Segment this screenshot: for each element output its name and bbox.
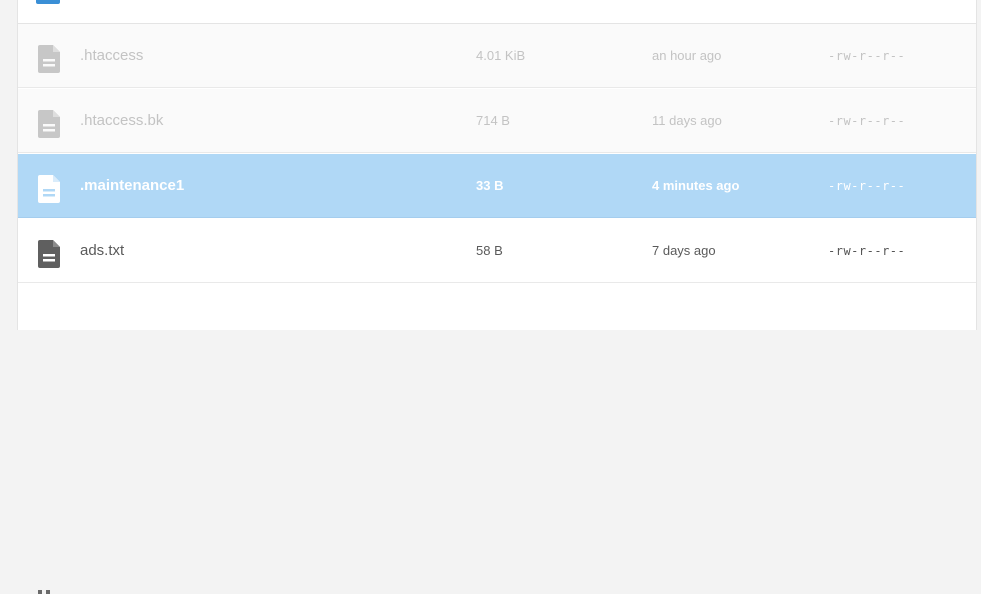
checkbox-icon[interactable] — [36, 0, 60, 4]
file-icon — [38, 175, 60, 203]
file-icon — [38, 45, 60, 73]
file-name[interactable]: .htaccess.bk — [80, 89, 163, 153]
file-size: 714 B — [476, 113, 510, 128]
file-modified: 7 days ago — [652, 243, 716, 258]
file-list-panel: .htaccess 4.01 KiB an hour ago -rw-r--r-… — [17, 0, 977, 594]
file-permissions: -rw-r--r-- — [828, 114, 906, 128]
file-permissions: -rw-r--r-- — [828, 179, 906, 193]
next-row-partial[interactable] — [18, 284, 976, 594]
file-name[interactable]: .maintenance1 — [80, 154, 184, 218]
file-modified: 11 days ago — [652, 113, 722, 128]
folder-icon — [38, 590, 50, 594]
file-modified: an hour ago — [652, 48, 722, 63]
file-size: 33 B — [476, 178, 504, 193]
file-row[interactable]: ads.txt 58 B 7 days ago -rw-r--r-- — [18, 219, 976, 283]
file-name[interactable]: ads.txt — [80, 219, 124, 283]
file-row[interactable]: .htaccess.bk 714 B 11 days ago -rw-r--r-… — [18, 89, 976, 153]
file-row-selected[interactable]: .maintenance1 33 B 4 minutes ago -rw-r--… — [18, 154, 976, 218]
file-icon — [38, 240, 60, 268]
file-modified: 4 minutes ago — [652, 178, 740, 193]
file-icon — [38, 110, 60, 138]
file-size: 4.01 KiB — [476, 48, 526, 63]
file-name[interactable]: .htaccess — [80, 24, 143, 88]
previous-row-partial[interactable] — [18, 0, 976, 24]
file-permissions: -rw-r--r-- — [828, 244, 906, 258]
file-permissions: -rw-r--r-- — [828, 49, 906, 63]
file-row[interactable]: .htaccess 4.01 KiB an hour ago -rw-r--r-… — [18, 24, 976, 88]
file-size: 58 B — [476, 243, 503, 258]
